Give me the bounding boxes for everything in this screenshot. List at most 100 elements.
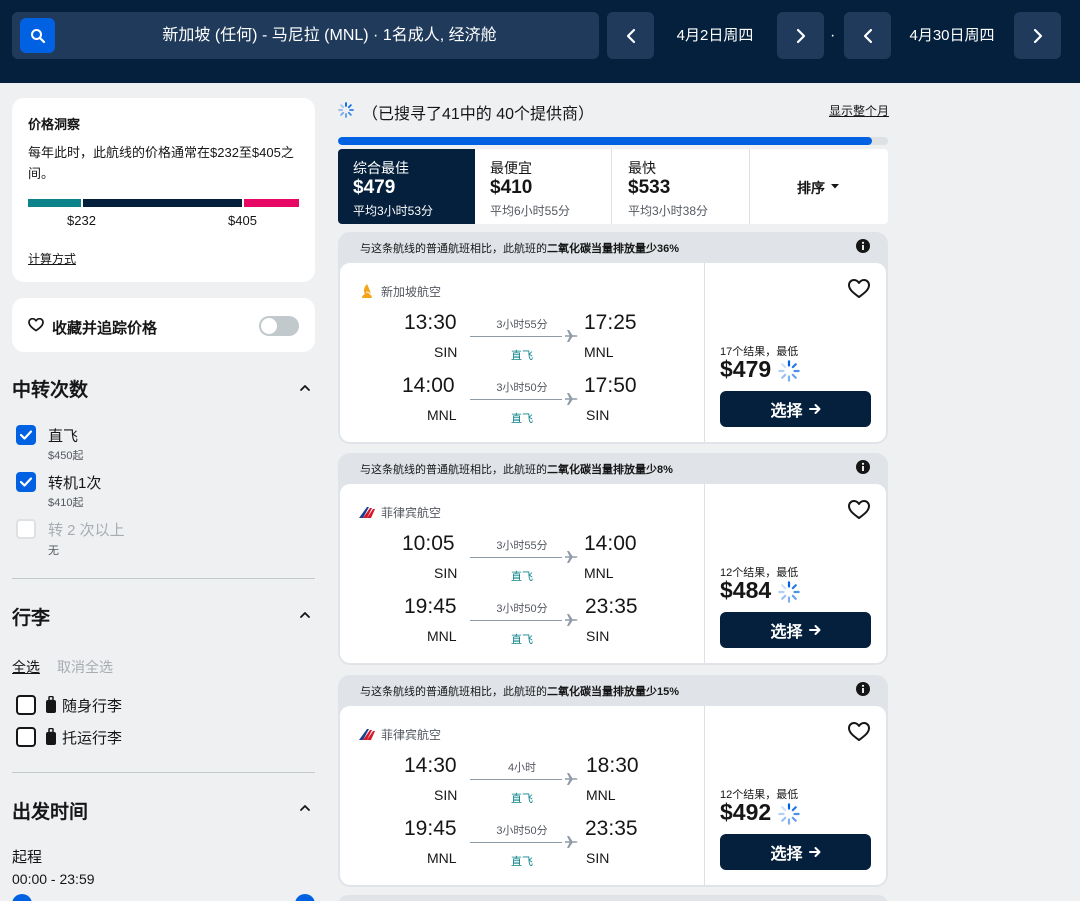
chevron-right-icon xyxy=(1033,28,1042,43)
outbound-label: 起程 xyxy=(12,849,43,866)
result-body[interactable]: 菲律宾航空 10:05 SIN 3小时55分 直飞 14:00 MNL 19:4… xyxy=(340,484,886,663)
stops-two-plus-price: 无 xyxy=(48,545,59,557)
leg2-arrive-time: 23:35 xyxy=(585,595,638,618)
leg2-depart-time: 19:45 xyxy=(404,595,457,618)
checked-bag-checkbox[interactable] xyxy=(16,727,36,747)
depart-next-button[interactable] xyxy=(777,12,824,59)
co2-notice-text: 与这条航线的普通航班相比，此航班的 xyxy=(360,686,547,698)
leg1-duration: 4小时 xyxy=(507,762,537,774)
info-icon[interactable] xyxy=(856,239,870,253)
check-icon xyxy=(19,477,33,487)
depart-prev-button[interactable] xyxy=(607,12,654,59)
departure-time-title[interactable]: 出发时间 xyxy=(12,797,88,824)
return-prev-button[interactable] xyxy=(844,12,891,59)
co2-notice-text: 与这条航线的普通航班相比，此航班的 xyxy=(360,243,547,255)
airline-name: 新加坡航空 xyxy=(381,285,442,299)
checked-bag-label[interactable]: 托运行李 xyxy=(62,727,122,748)
result-card: 与这条航线的普通航班相比，此航班的二氧化碳当量排放量少36% 新加坡航空 13:… xyxy=(338,232,888,444)
caret-down-icon[interactable] xyxy=(830,182,840,190)
singapore-airlines-logo xyxy=(362,284,372,298)
heart-icon[interactable] xyxy=(848,722,870,742)
plane-icon xyxy=(565,836,578,848)
heart-icon[interactable] xyxy=(848,279,870,299)
return-date[interactable]: 4月30日周四 xyxy=(897,12,1007,59)
tab-fastest[interactable]: 最快 $533 平均3小时38分 xyxy=(613,149,750,224)
calculation-method-link[interactable]: 计算方式 xyxy=(28,250,76,267)
price-range-low: $232 xyxy=(67,213,96,228)
track-price-card[interactable]: 收藏并追踪价格 xyxy=(12,298,315,352)
leg2-stops: 直飞 xyxy=(511,856,533,868)
time-slider-start-handle[interactable] xyxy=(12,894,32,901)
plane-icon xyxy=(565,330,578,342)
stops-direct-checkbox[interactable] xyxy=(16,425,36,445)
select-button[interactable]: 选择 xyxy=(720,612,871,648)
search-icon xyxy=(30,28,45,43)
leg2-depart-time: 19:45 xyxy=(404,817,457,840)
leg2-line xyxy=(470,620,562,621)
chevron-left-icon xyxy=(626,28,635,43)
loading-spinner-icon xyxy=(338,102,354,118)
result-body[interactable]: 新加坡航空 13:30 SIN 3小时55分 直飞 17:25 MNL 14:0… xyxy=(340,263,886,442)
show-whole-month-link[interactable]: 显示整个月 xyxy=(829,102,889,119)
stops-one-checkbox[interactable] xyxy=(16,472,36,492)
leg1-depart-time: 10:05 xyxy=(402,532,455,555)
return-next-button[interactable] xyxy=(1014,12,1061,59)
tab-fastest-time: 平均3小时38分 xyxy=(628,204,709,218)
heart-icon[interactable] xyxy=(848,500,870,520)
carry-on-bag-icon xyxy=(46,696,56,713)
leg2-duration: 3小时50分 xyxy=(496,603,548,615)
leg2-depart-code: MNL xyxy=(427,850,457,866)
depart-date[interactable]: 4月2日周四 xyxy=(660,12,770,59)
select-button[interactable]: 选择 xyxy=(720,834,871,870)
plane-icon xyxy=(565,393,578,405)
tab-best-price: $479 xyxy=(353,177,396,198)
tab-cheapest[interactable]: 最便宜 $410 平均6小时55分 xyxy=(475,149,612,224)
stops-one-label[interactable]: 转机1次 xyxy=(48,472,101,493)
leg2-duration: 3小时50分 xyxy=(496,825,548,837)
philippine-airlines-logo xyxy=(359,507,375,518)
select-all-link[interactable]: 全选 xyxy=(12,657,40,677)
leg1-arrive-time: 18:30 xyxy=(586,754,639,777)
sort-dropdown[interactable]: 排序 xyxy=(797,178,825,198)
chevron-up-icon[interactable] xyxy=(298,801,312,815)
leg2-arrive-code: SIN xyxy=(586,407,610,423)
stops-direct-label[interactable]: 直飞 xyxy=(48,425,78,446)
tab-best[interactable]: 综合最佳 $479 平均3小时53分 xyxy=(338,149,475,224)
leg1-stops: 直飞 xyxy=(511,793,533,805)
result-body[interactable]: 菲律宾航空 14:30 SIN 4小时 直飞 18:30 MNL 19:45 M… xyxy=(340,706,886,885)
search-button[interactable] xyxy=(20,18,55,53)
tab-best-time: 平均3小时53分 xyxy=(353,204,434,218)
time-slider-end-handle[interactable] xyxy=(295,894,315,901)
track-price-toggle[interactable] xyxy=(259,316,299,336)
co2-notice-emphasis: 二氧化碳当量排放量少8% xyxy=(547,464,673,476)
price-range-bar xyxy=(28,199,299,207)
result-price: $479 xyxy=(720,356,772,382)
carry-on-checkbox[interactable] xyxy=(16,695,36,715)
chevron-up-icon[interactable] xyxy=(298,608,312,622)
carry-on-label[interactable]: 随身行李 xyxy=(62,695,122,716)
select-button[interactable]: 选择 xyxy=(720,391,871,427)
select-button-label: 选择 xyxy=(770,846,803,863)
leg1-duration: 3小时55分 xyxy=(496,540,548,552)
co2-notice: 与这条航线的普通航班相比，此航班的二氧化碳当量排放量少8% xyxy=(360,461,673,477)
route-summary[interactable]: 新加坡 (任何) - 马尼拉 (MNL) · 1名成人, 经济舱 xyxy=(68,12,591,59)
info-icon[interactable] xyxy=(856,682,870,696)
info-icon[interactable] xyxy=(856,460,870,474)
divider xyxy=(12,578,315,579)
search-summary-box[interactable]: 新加坡 (任何) - 马尼拉 (MNL) · 1名成人, 经济舱 xyxy=(12,12,599,59)
top-bar: 新加坡 (任何) - 马尼拉 (MNL) · 1名成人, 经济舱 4月2日周四 … xyxy=(0,0,1080,83)
select-button-label: 选择 xyxy=(770,403,803,420)
leg2-arrive-code: SIN xyxy=(586,628,610,644)
baggage-filter-title[interactable]: 行李 xyxy=(12,603,50,630)
price-insight-description: 每年此时，此航线的价格通常在$232至$405之间。 xyxy=(28,145,294,181)
chevron-up-icon[interactable] xyxy=(298,381,312,395)
tab-cheapest-time: 平均6小时55分 xyxy=(490,204,571,218)
leg1-depart-code: SIN xyxy=(434,565,458,581)
result-price: $484 xyxy=(720,577,772,603)
stops-filter-title[interactable]: 中转次数 xyxy=(12,375,88,402)
co2-notice-emphasis: 二氧化碳当量排放量少15% xyxy=(547,686,680,698)
search-progress-bar xyxy=(338,137,888,145)
stops-direct-price: $450起 xyxy=(48,450,84,462)
leg1-line xyxy=(470,557,562,558)
deselect-all-link[interactable]: 取消全选 xyxy=(57,657,113,677)
